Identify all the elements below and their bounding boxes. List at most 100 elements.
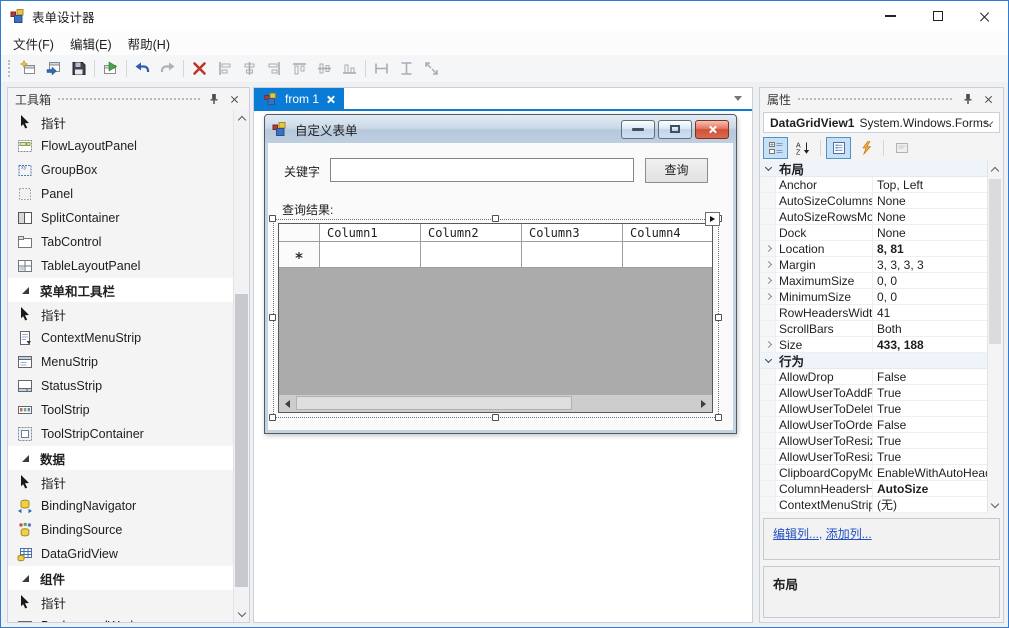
window-minimize-button[interactable]: [867, 1, 914, 31]
property-row[interactable]: AllowUserToResizTrue: [761, 433, 987, 449]
property-category-row[interactable]: 行为: [761, 353, 987, 369]
grid-cell[interactable]: [623, 242, 713, 268]
property-row[interactable]: AllowUserToOrdeFalse: [761, 417, 987, 433]
form-maximize-button[interactable]: [658, 120, 692, 139]
property-row[interactable]: ClipboardCopyMoEnableWithAutoHeade: [761, 465, 987, 481]
toolbox-item-flowlayoutpanel[interactable]: FlowLayoutPanel: [8, 134, 233, 158]
toolbox-item-menustrip[interactable]: MenuStrip: [8, 350, 233, 374]
scroll-left-icon[interactable]: [279, 395, 296, 412]
grid-cell[interactable]: [522, 242, 623, 268]
property-row[interactable]: AllowUserToResizTrue: [761, 449, 987, 465]
close-panel-button[interactable]: [981, 92, 996, 107]
align-centers-button[interactable]: [237, 57, 262, 80]
datagridview-control[interactable]: Column1 Column2 Column3 Column4 *: [278, 223, 713, 413]
property-category-row[interactable]: 布局: [761, 161, 987, 177]
same-width-button[interactable]: [369, 57, 394, 80]
toolbox-item-pointer[interactable]: 指针: [8, 302, 233, 326]
menu-edit[interactable]: 编辑(E): [62, 31, 120, 56]
undo-button[interactable]: [130, 57, 155, 80]
toolbox-item-tabcontrol[interactable]: TabControl: [8, 230, 233, 254]
window-close-button[interactable]: [961, 1, 1008, 31]
toolbox-scrollbar[interactable]: [233, 110, 249, 622]
scroll-up-icon[interactable]: [234, 112, 249, 127]
align-lefts-button[interactable]: [212, 57, 237, 80]
resize-handle[interactable]: [492, 414, 499, 421]
resize-handle[interactable]: [715, 414, 722, 421]
categorized-button[interactable]: [763, 137, 788, 159]
toolbox-item-backgroundworker[interactable]: BackgroundWorker: [8, 614, 233, 622]
smart-tag-button[interactable]: [705, 212, 720, 226]
toolbox-item-groupbox[interactable]: xyGroupBox: [8, 158, 233, 182]
resize-handle[interactable]: [269, 314, 276, 321]
run-button[interactable]: [98, 57, 123, 80]
toolbox-item-toolstrip[interactable]: ToolStrip: [8, 398, 233, 422]
toolbox-item-bindingsource[interactable]: BindingSource: [8, 518, 233, 542]
scroll-right-icon[interactable]: [695, 395, 712, 412]
alphabetical-sort-button[interactable]: AZ: [790, 137, 815, 159]
menu-help[interactable]: 帮助(H): [120, 31, 178, 56]
property-row[interactable]: AllowUserToDeletTrue: [761, 401, 987, 417]
scroll-down-icon[interactable]: [234, 605, 249, 620]
save-button[interactable]: [66, 57, 91, 80]
new-form-button[interactable]: [16, 57, 41, 80]
expand-chevron-icon[interactable]: [764, 277, 771, 284]
scroll-down-icon[interactable]: [988, 496, 1002, 511]
grid-row-header[interactable]: *: [279, 242, 320, 268]
form-minimize-button[interactable]: [621, 120, 655, 139]
toolbox-item-pointer[interactable]: 指针: [8, 110, 233, 134]
grid-column-header[interactable]: Column4: [623, 224, 713, 242]
scrollbar-thumb[interactable]: [989, 179, 1001, 344]
resize-handle[interactable]: [715, 314, 722, 321]
grid-column-header[interactable]: Column1: [320, 224, 421, 242]
toolbox-item-statusstrip[interactable]: StatusStrip: [8, 374, 233, 398]
toolbox-header[interactable]: 工具箱: [8, 88, 249, 110]
menu-file[interactable]: 文件(F): [5, 31, 62, 56]
toolbox-section-components[interactable]: 组件: [8, 566, 233, 590]
scrollbar-thumb[interactable]: [235, 294, 248, 587]
keyword-input[interactable]: [330, 158, 634, 182]
events-button[interactable]: [853, 137, 878, 159]
toolbox-item-toolstripcontainer[interactable]: ToolStripContainer: [8, 422, 233, 446]
grid-corner-cell[interactable]: [279, 224, 320, 242]
property-row[interactable]: AnchorTop, Left: [761, 177, 987, 193]
property-row[interactable]: AllowDropFalse: [761, 369, 987, 385]
scroll-up-icon[interactable]: [988, 163, 1002, 178]
resize-handle[interactable]: [269, 414, 276, 421]
align-bottoms-button[interactable]: [337, 57, 362, 80]
align-tops-button[interactable]: [287, 57, 312, 80]
form-close-button[interactable]: [695, 120, 729, 139]
property-row[interactable]: Size433, 188: [761, 337, 987, 353]
expand-chevron-icon[interactable]: [764, 245, 771, 252]
property-row[interactable]: MaximumSize0, 0: [761, 273, 987, 289]
property-row[interactable]: DockNone: [761, 225, 987, 241]
grid-column-header[interactable]: Column3: [522, 224, 623, 242]
align-rights-button[interactable]: [262, 57, 287, 80]
property-row[interactable]: AllowUserToAddRTrue: [761, 385, 987, 401]
window-maximize-button[interactable]: [914, 1, 961, 31]
redo-button[interactable]: [155, 57, 180, 80]
property-row[interactable]: AutoSizeColumnsINone: [761, 193, 987, 209]
toolbox-item-datagridview[interactable]: DataGridView: [8, 542, 233, 566]
delete-button[interactable]: [187, 57, 212, 80]
pin-icon[interactable]: [960, 92, 975, 107]
grid-cell[interactable]: [320, 242, 421, 268]
property-row[interactable]: AutoSizeRowsMocNone: [761, 209, 987, 225]
toolbox-item-pointer[interactable]: 指针: [8, 470, 233, 494]
properties-header[interactable]: 属性: [760, 88, 1003, 110]
form-titlebar[interactable]: 自定义表单: [265, 115, 736, 143]
property-pages-button[interactable]: [889, 137, 914, 159]
expand-chevron-icon[interactable]: [764, 293, 771, 300]
add-column-link[interactable]: 添加列...: [826, 527, 872, 541]
properties-scrollbar[interactable]: [987, 161, 1002, 513]
property-row[interactable]: ColumnHeadersHeAutoSize: [761, 481, 987, 497]
expand-chevron-icon[interactable]: [764, 341, 771, 348]
property-row[interactable]: MinimumSize0, 0: [761, 289, 987, 305]
grid-column-header[interactable]: Column2: [421, 224, 522, 242]
toolbox-item-bindingnavigator[interactable]: BindingNavigator: [8, 494, 233, 518]
document-list-dropdown-icon[interactable]: [734, 96, 742, 101]
toolbox-section-menus[interactable]: 菜单和工具栏: [8, 278, 233, 302]
align-middles-button[interactable]: [312, 57, 337, 80]
toolbox-section-data[interactable]: 数据: [8, 446, 233, 470]
same-height-button[interactable]: [394, 57, 419, 80]
expand-chevron-icon[interactable]: [764, 261, 771, 268]
